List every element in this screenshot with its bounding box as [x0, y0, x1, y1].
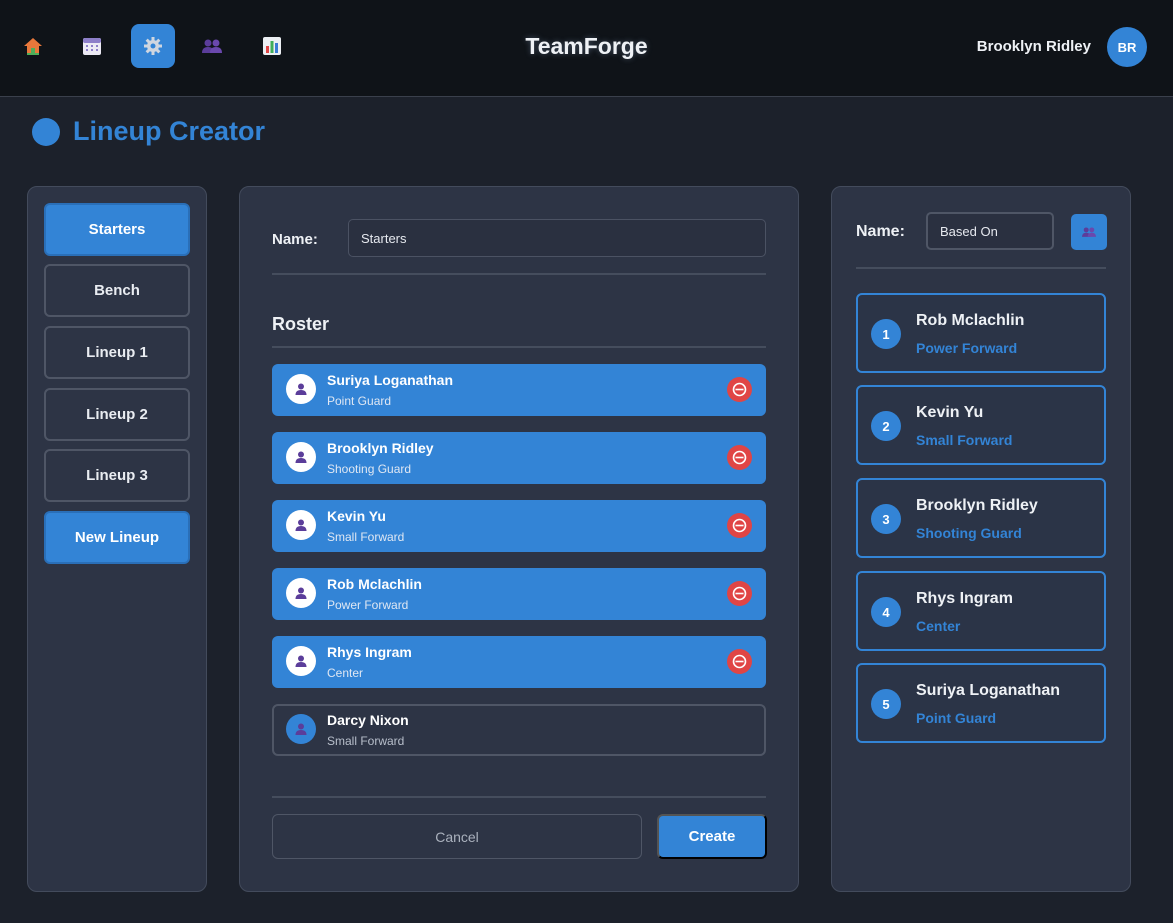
lineup-slot-card[interactable]: 5 Suriya Loganathan Point Guard: [856, 663, 1106, 743]
remove-icon: [732, 382, 747, 397]
player-name: Kevin Yu: [327, 508, 386, 524]
slot-player-position: Power Forward: [916, 340, 1018, 356]
cancel-button[interactable]: Cancel: [272, 814, 642, 859]
create-button[interactable]: Create: [657, 814, 767, 859]
lineup-sidebar: Starters Bench Lineup 1 Lineup 2 Lineup …: [27, 186, 207, 892]
roster-row[interactable]: Brooklyn Ridley Shooting Guard: [272, 432, 766, 484]
player-avatar: [286, 714, 316, 744]
slot-player-name: Kevin Yu: [916, 404, 984, 421]
slot-number: 4: [871, 597, 901, 627]
player-position: Shooting Guard: [327, 462, 412, 476]
player-avatar: [286, 510, 316, 540]
remove-icon: [732, 586, 747, 601]
lineup-slot-card[interactable]: 3 Brooklyn Ridley Shooting Guard: [856, 478, 1106, 558]
remove-player-button[interactable]: [727, 445, 752, 470]
roster-row[interactable]: Darcy Nixon Small Forward: [272, 704, 766, 756]
remove-icon: [732, 518, 747, 533]
slot-player-name: Rhys Ingram: [916, 590, 1013, 607]
lineup-slot-card[interactable]: 2 Kevin Yu Small Forward: [856, 385, 1106, 465]
remove-player-button[interactable]: [727, 377, 752, 402]
remove-player-button[interactable]: [727, 581, 752, 606]
player-avatar: [286, 578, 316, 608]
person-icon: [295, 519, 307, 531]
person-icon: [295, 723, 307, 735]
new-lineup-button[interactable]: New Lineup: [44, 511, 190, 564]
user-name: Brooklyn Ridley: [976, 38, 1091, 55]
top-bar: TeamForge Brooklyn Ridley BR: [0, 0, 1173, 97]
slot-number: 2: [871, 411, 901, 441]
person-icon: [295, 383, 307, 395]
slot-player-position: Small Forward: [916, 432, 1013, 448]
lineup-slot-card[interactable]: 1 Rob Mclachlin Power Forward: [856, 293, 1106, 373]
slot-player-name: Brooklyn Ridley: [916, 497, 1038, 514]
player-position: Point Guard: [327, 394, 392, 408]
sidebar-item-bench[interactable]: Bench: [44, 264, 190, 317]
player-avatar: [286, 646, 316, 676]
based-on-input[interactable]: [926, 212, 1054, 250]
slot-number: 3: [871, 504, 901, 534]
name-label: Name:: [272, 231, 318, 248]
remove-player-button[interactable]: [727, 649, 752, 674]
slot-number: 1: [871, 319, 901, 349]
slot-player-name: Rob Mclachlin: [916, 312, 1025, 329]
player-position: Small Forward: [327, 734, 405, 748]
player-position: Center: [327, 666, 364, 680]
player-position: Small Forward: [327, 530, 405, 544]
preview-name-label: Name:: [856, 223, 905, 240]
divider: [272, 346, 766, 348]
remove-player-button[interactable]: [727, 513, 752, 538]
person-icon: [295, 451, 307, 463]
roster-row[interactable]: Rhys Ingram Center: [272, 636, 766, 688]
slot-player-position: Point Guard: [916, 710, 997, 726]
player-name: Suriya Loganathan: [327, 372, 454, 388]
select-team-button[interactable]: [1071, 214, 1107, 250]
lineup-name-input[interactable]: [348, 219, 766, 257]
lineup-preview: Name: 1 Rob Mclachlin Power Forward 2 Ke…: [831, 186, 1131, 892]
slot-player-position: Shooting Guard: [916, 525, 1022, 541]
lineup-slot-card[interactable]: 4 Rhys Ingram Center: [856, 571, 1106, 651]
roster-row[interactable]: Rob Mclachlin Power Forward: [272, 568, 766, 620]
user-avatar[interactable]: BR: [1107, 27, 1147, 67]
divider: [856, 267, 1106, 269]
page-title: Lineup Creator: [73, 116, 266, 146]
roster-row[interactable]: Suriya Loganathan Point Guard: [272, 364, 766, 416]
roster-title: Roster: [272, 314, 330, 334]
remove-icon: [732, 654, 747, 669]
people-icon: [1082, 227, 1096, 237]
player-avatar: [286, 442, 316, 472]
sidebar-item-lineup-3[interactable]: Lineup 3: [44, 449, 190, 502]
player-name: Darcy Nixon: [327, 712, 409, 728]
player-avatar: [286, 374, 316, 404]
player-name: Rob Mclachlin: [327, 576, 422, 592]
player-name: Rhys Ingram: [327, 644, 412, 660]
slot-player-name: Suriya Loganathan: [916, 682, 1061, 699]
player-position: Power Forward: [327, 598, 409, 612]
lineup-editor: Name: Roster Suriya Loganathan Point Gua…: [239, 186, 799, 892]
roster-row[interactable]: Kevin Yu Small Forward: [272, 500, 766, 552]
sidebar-item-lineup-2[interactable]: Lineup 2: [44, 388, 190, 441]
person-icon: [295, 655, 307, 667]
page-title-dot-icon: [32, 118, 60, 146]
slot-player-position: Center: [916, 618, 961, 634]
player-name: Brooklyn Ridley: [327, 440, 434, 456]
divider: [272, 796, 766, 798]
remove-icon: [732, 450, 747, 465]
sidebar-item-lineup-1[interactable]: Lineup 1: [44, 326, 190, 379]
divider: [272, 273, 766, 275]
person-icon: [295, 587, 307, 599]
sidebar-item-starters[interactable]: Starters: [44, 203, 190, 256]
slot-number: 5: [871, 689, 901, 719]
